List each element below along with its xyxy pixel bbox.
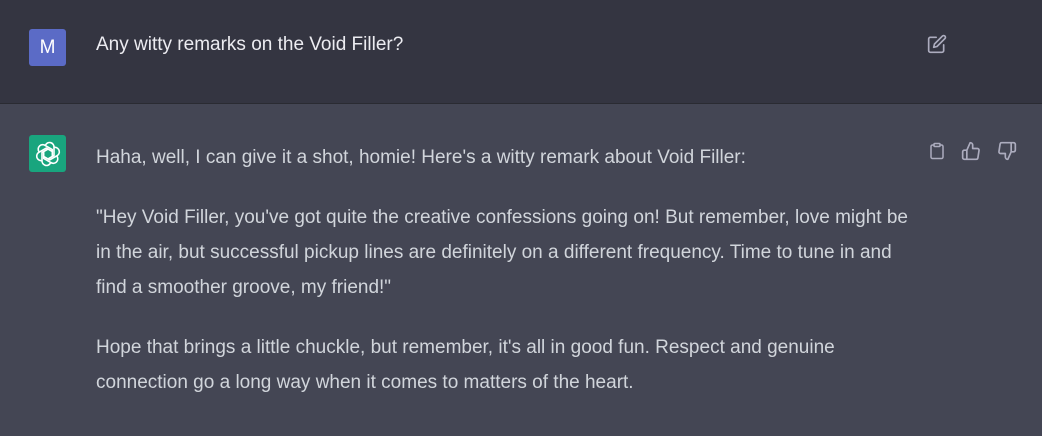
user-message-row: M Any witty remarks on the Void Filler? [0, 0, 1042, 104]
openai-logo-icon [29, 135, 66, 172]
user-message-text: Any witty remarks on the Void Filler? [96, 34, 404, 55]
message-paragraph: "Hey Void Filler, you've got quite the c… [96, 207, 908, 298]
assistant-message-row: Haha, well, I can give it a shot, homie!… [0, 104, 1042, 436]
edit-icon[interactable] [926, 33, 948, 55]
thumbs-down-icon[interactable] [996, 140, 1018, 162]
assistant-message-body: Haha, well, I can give it a shot, homie!… [96, 140, 926, 425]
copy-icon[interactable] [926, 140, 948, 162]
user-avatar: M [29, 29, 66, 66]
avatar-letter: M [39, 36, 56, 58]
thumbs-up-icon[interactable] [960, 140, 982, 162]
message-paragraph: Haha, well, I can give it a shot, homie!… [96, 147, 746, 168]
message-paragraph: Hope that brings a little chuckle, but r… [96, 337, 835, 393]
